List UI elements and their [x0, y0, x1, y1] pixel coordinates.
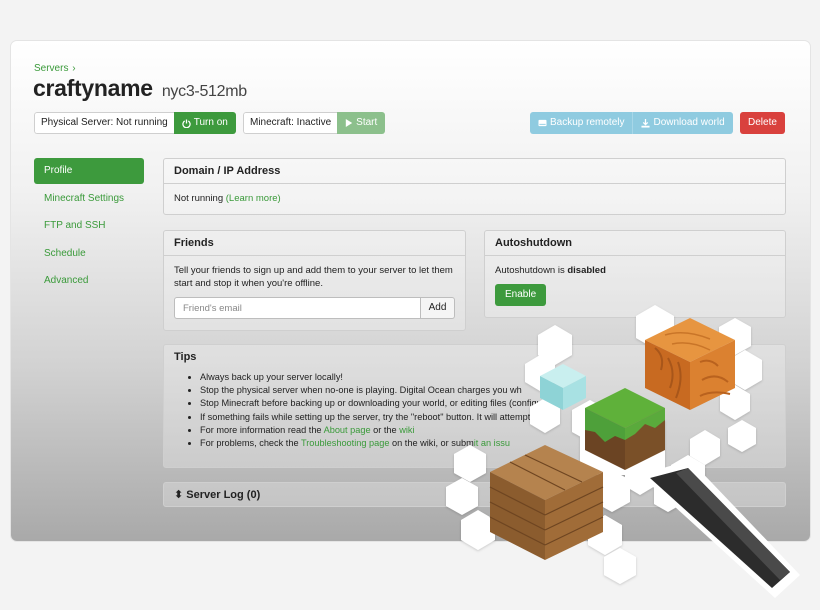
server-name: craftyname [33, 75, 153, 101]
tip-item: For more information read the About page… [200, 424, 775, 437]
domain-panel-body: Not running (Learn more) [164, 184, 785, 213]
tips-panel: Tips Always back up your server locally!… [163, 344, 786, 468]
download-world-button[interactable]: Download world [633, 112, 733, 134]
autoshutdown-text: Autoshutdown is [495, 265, 568, 276]
hdd-icon [538, 119, 547, 127]
friends-description: Tell your friends to sign up and add the… [174, 265, 453, 289]
domain-panel-title: Domain / IP Address [164, 159, 785, 184]
enable-autoshutdown-button[interactable]: Enable [495, 284, 547, 306]
physical-server-group: Physical Server: Not running Turn on [34, 112, 236, 134]
tips-panel-title: Tips [174, 351, 197, 363]
backup-remotely-label: Backup remotely [550, 117, 625, 128]
autoshutdown-status: Autoshutdown is disabled [495, 264, 775, 277]
sidebar-item-minecraft-settings[interactable]: Minecraft Settings [34, 186, 144, 212]
server-dashboard-card: Servers › craftyname nyc3-512mb Physical… [11, 41, 810, 541]
submit-issue-link[interactable]: it an issu [474, 438, 510, 448]
delete-wrapper: Delete [740, 112, 785, 134]
page-title: craftyname nyc3-512mb [33, 75, 247, 102]
friends-panel-body: Tell your friends to sign up and add the… [164, 256, 465, 327]
domain-status: Not running [174, 193, 224, 204]
tip-text: or the [370, 424, 400, 435]
sidebar-item-schedule[interactable]: Schedule [34, 241, 144, 267]
learn-more-link[interactable]: (Learn more) [226, 193, 281, 204]
power-icon [182, 118, 191, 128]
troubleshooting-page-link[interactable]: Troubleshooting page [301, 438, 390, 448]
server-log-title: Server Log (0) [186, 489, 261, 501]
breadcrumb-servers-link[interactable]: Servers [34, 63, 68, 74]
server-log-header[interactable]: ⬍ Server Log (0) [164, 483, 785, 506]
friend-invite-row: Add [174, 297, 455, 319]
friends-panel: Friends Tell your friends to sign up and… [163, 230, 466, 331]
autoshutdown-panel-title: Autoshutdown [485, 231, 785, 256]
tip-text: For more information read the [200, 424, 324, 435]
minecraft-status: Minecraft: Inactive [243, 112, 338, 134]
play-icon [345, 119, 353, 127]
start-label: Start [356, 117, 378, 128]
download-icon [641, 118, 651, 128]
autoshutdown-panel: Autoshutdown Autoshutdown is disabled En… [484, 230, 786, 318]
tip-text: For problems, check the [200, 438, 301, 449]
wiki-link[interactable]: wiki [399, 425, 414, 435]
backup-remotely-button[interactable]: Backup remotely [530, 112, 634, 134]
friend-email-input[interactable] [174, 297, 421, 319]
delete-button[interactable]: Delete [740, 112, 785, 134]
autoshutdown-state: disabled [567, 265, 606, 276]
minecraft-group: Minecraft: Inactive Start [243, 112, 386, 134]
sidebar-item-advanced[interactable]: Advanced [34, 268, 144, 294]
tip-item: Stop Minecraft before backing up or down… [200, 397, 775, 410]
tip-item: If something fails while setting up the … [200, 411, 775, 424]
start-button[interactable]: Start [337, 112, 386, 134]
chevron-right-icon: › [72, 63, 76, 74]
physical-server-status: Physical Server: Not running [34, 112, 174, 134]
server-size: nyc3-512mb [161, 83, 247, 100]
autoshutdown-panel-body: Autoshutdown is disabled Enable [485, 256, 785, 314]
turn-on-label: Turn on [193, 117, 228, 128]
tips-panel-body: Always back up your server locally! Stop… [164, 369, 785, 458]
sidebar: Profile Minecraft Settings FTP and SSH S… [34, 158, 144, 296]
about-page-link[interactable]: About page [324, 425, 371, 435]
friends-panel-title: Friends [164, 231, 465, 256]
breadcrumb[interactable]: Servers › [34, 63, 76, 74]
tip-item: For problems, check the Troubleshooting … [200, 437, 775, 450]
sidebar-item-ftp-ssh[interactable]: FTP and SSH [34, 213, 144, 239]
server-log-panel[interactable]: ⬍ Server Log (0) [163, 482, 786, 507]
tip-item: Stop the physical server when no-one is … [200, 384, 775, 397]
turn-on-button[interactable]: Turn on [173, 112, 236, 134]
sort-caret-icon: ⬍ [174, 489, 184, 501]
tip-text: on the wiki, or subm [389, 438, 474, 449]
tips-list: Always back up your server locally! Stop… [174, 371, 775, 450]
tip-item: Always back up your server locally! [200, 371, 775, 384]
domain-panel: Domain / IP Address Not running (Learn m… [163, 158, 786, 215]
download-world-label: Download world [653, 117, 725, 128]
add-friend-button[interactable]: Add [421, 297, 455, 319]
sidebar-item-profile[interactable]: Profile [34, 158, 144, 184]
world-actions-group: Backup remotely Download world [530, 112, 733, 134]
